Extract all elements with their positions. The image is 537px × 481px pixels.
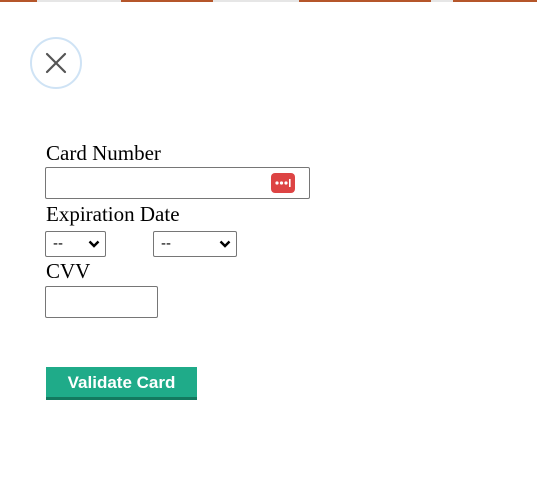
password-key-icon[interactable] xyxy=(271,173,295,193)
cvv-label: CVV xyxy=(46,259,91,283)
expiration-date-label: Expiration Date xyxy=(46,202,180,226)
expiration-year-select[interactable]: -- xyxy=(153,231,237,257)
card-number-label: Card Number xyxy=(46,141,161,165)
expiration-month-value: -- xyxy=(53,235,63,252)
close-icon xyxy=(45,52,67,74)
top-accent-strip xyxy=(0,0,537,2)
cvv-input[interactable] xyxy=(45,286,158,318)
expiration-year-value: -- xyxy=(161,235,171,252)
close-button[interactable] xyxy=(30,37,82,89)
expiration-month-select[interactable]: -- xyxy=(45,231,106,257)
chevron-down-icon xyxy=(219,240,231,248)
chevron-down-icon xyxy=(88,240,100,248)
password-dots xyxy=(275,179,291,187)
validate-card-button[interactable]: Validate Card xyxy=(46,367,197,400)
card-number-input[interactable] xyxy=(45,167,310,199)
